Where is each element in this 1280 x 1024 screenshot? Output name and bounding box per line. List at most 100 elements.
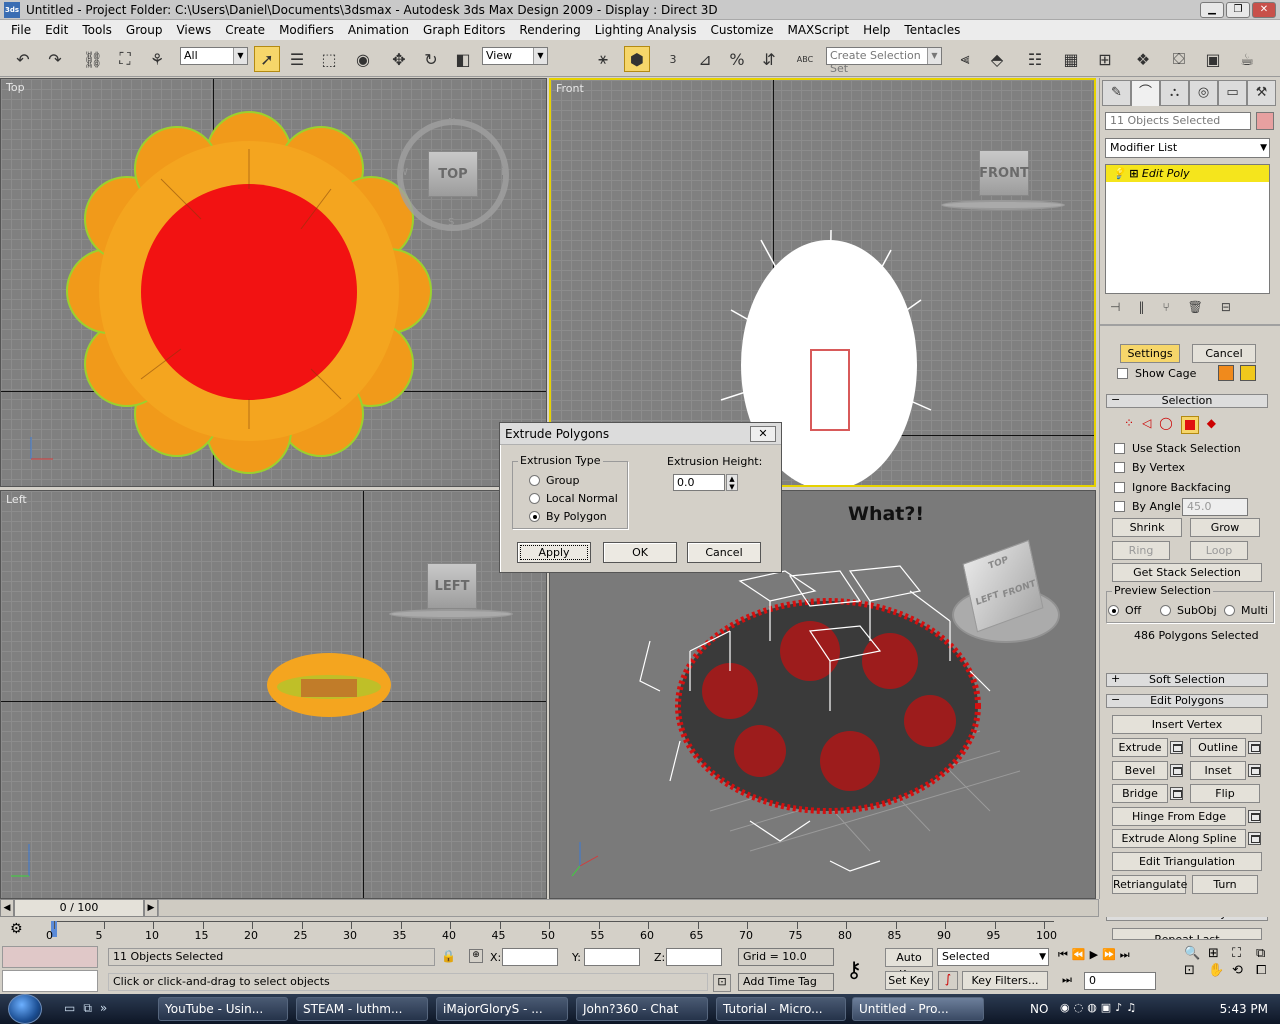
dialog-close-button[interactable]: ✕ [750, 426, 776, 442]
zoom-extents-icon[interactable]: ⛶ [1232, 946, 1254, 961]
stack-item-edit-poly[interactable]: 💡 ⊞ Edit Poly [1106, 165, 1269, 182]
frame-counter[interactable]: 0 / 100 [14, 899, 144, 917]
get-stack-selection-button[interactable]: Get Stack Selection [1112, 563, 1262, 582]
object-color-swatch[interactable] [1256, 112, 1274, 130]
lock-selection-icon[interactable]: 🔒 [441, 949, 456, 963]
rotate-icon[interactable]: ↻ [418, 46, 444, 72]
add-time-tag-button[interactable]: Add Time Tag [738, 973, 834, 991]
select-by-name-icon[interactable]: ☰ [284, 46, 310, 72]
play-icon[interactable]: ▶ [1090, 948, 1098, 962]
zoom-icon[interactable]: 🔍 [1184, 946, 1206, 961]
edit-polygons-rollout[interactable]: − Edit Polygons [1106, 694, 1268, 708]
viewport-left[interactable]: LEFT Left [0, 490, 547, 899]
edit-triangulation-button[interactable]: Edit Triangulation [1112, 852, 1262, 871]
display-tab-icon[interactable]: ▭ [1218, 80, 1247, 106]
menu-lighting-analysis[interactable]: Lighting Analysis [588, 23, 704, 37]
insert-vertex-button[interactable]: Insert Vertex [1112, 715, 1262, 734]
extrusion-height-spinner[interactable]: 0.0 ▲ ▼ [673, 474, 738, 491]
menu-modifiers[interactable]: Modifiers [272, 23, 341, 37]
element-level-icon[interactable]: ◆ [1207, 416, 1216, 434]
viewport-label-top[interactable]: Top [6, 81, 25, 94]
set-key-button[interactable]: Set Key [885, 971, 933, 990]
radio-group[interactable]: Group [529, 474, 580, 487]
maximize-viewport-icon[interactable]: ⧠ [1256, 963, 1278, 978]
edge-level-icon[interactable]: ◁ [1142, 416, 1151, 434]
pivot-icon[interactable]: ⚹ [590, 46, 616, 72]
rectangular-selection-icon[interactable]: ⬚ [316, 46, 342, 72]
go-to-end-icon[interactable]: ⏭ [1120, 948, 1130, 962]
show-cage-checkbox[interactable]: Show Cage [1117, 367, 1196, 380]
menu-graph-editors[interactable]: Graph Editors [416, 23, 512, 37]
track-bar[interactable]: ⚙ 0 5 10 15 20 25 30 35 40 45 50 55 60 65 70 75 80 85 90 95… [0, 917, 1100, 943]
bridge-button[interactable]: Bridge [1112, 784, 1168, 803]
menu-maxscript[interactable]: MAXScript [780, 23, 856, 37]
use-stack-selection-checkbox[interactable]: Use Stack Selection [1114, 442, 1241, 455]
named-selection-sets-dropdown[interactable]: Create Selection Set ▼ [826, 47, 942, 75]
unlink-icon[interactable]: ⛶ [112, 46, 138, 72]
mirror-icon[interactable]: ⫷ [952, 46, 978, 72]
viewcube-face-left[interactable]: LEFT [975, 590, 1000, 608]
viewcube-front[interactable]: FRONT [979, 150, 1029, 196]
undo-icon[interactable]: ↶ [10, 46, 36, 72]
curve-editor-icon[interactable]: ▦ [1058, 46, 1084, 72]
expand-icon[interactable]: ⊞ [1129, 167, 1138, 180]
spinner-snap-icon[interactable]: ⇵ [756, 46, 782, 72]
y-coordinate-field[interactable] [584, 948, 640, 966]
pin-stack-icon[interactable]: ⊣ [1110, 300, 1120, 314]
window-crossing-icon[interactable]: ◉ [350, 46, 376, 72]
bevel-settings-icon[interactable] [1170, 764, 1183, 777]
edit-named-selection-icon[interactable]: ABC [792, 46, 818, 72]
configure-sets-icon[interactable]: ⊟ [1221, 300, 1231, 314]
absolute-mode-icon[interactable]: ⊕ [469, 949, 483, 963]
grow-button[interactable]: Grow [1190, 518, 1260, 537]
viewcube-left[interactable]: LEFT [427, 563, 477, 609]
extrude-spline-settings-icon[interactable] [1248, 832, 1261, 845]
task-tutorial[interactable]: Tutorial - Micro... [716, 997, 846, 1021]
menu-tentacles[interactable]: Tentacles [897, 23, 967, 37]
radio-local-normal[interactable]: Local Normal [529, 492, 618, 505]
cage-color-1[interactable] [1218, 365, 1234, 381]
clock[interactable]: 5:43 PM [1220, 1002, 1268, 1016]
redo-icon[interactable]: ↷ [42, 46, 68, 72]
quick-render-icon[interactable]: ☕ [1234, 46, 1260, 72]
pan-icon[interactable]: ✋ [1208, 963, 1230, 978]
previous-frame-icon[interactable]: ⏪ [1072, 948, 1086, 962]
curve-editor-mini-icon[interactable]: ⚙ [10, 921, 23, 937]
remove-modifier-icon[interactable]: 🗑 [1188, 300, 1203, 314]
quick-launch-more-icon[interactable]: » [100, 1001, 107, 1016]
rendered-frame-window-icon[interactable]: ▣ [1200, 46, 1226, 72]
selection-rollout[interactable]: − Selection [1106, 394, 1268, 408]
polygon-level-icon[interactable] [1180, 416, 1199, 434]
z-coordinate-field[interactable] [666, 948, 722, 966]
snaps-toggle-icon[interactable]: 3 [660, 46, 686, 72]
create-tab-icon[interactable]: ✎ [1102, 80, 1131, 106]
cancel-button[interactable]: Cancel [687, 542, 761, 563]
orbit-icon[interactable]: ⟲ [1232, 963, 1254, 978]
vertex-level-icon[interactable]: ⁘ [1124, 416, 1134, 434]
minimize-button[interactable]: ▁ [1200, 2, 1224, 18]
extrude-settings-icon[interactable] [1170, 741, 1183, 754]
settings-button[interactable]: Settings [1120, 344, 1180, 363]
start-button-icon[interactable] [8, 994, 42, 1024]
zoom-extents-all-icon[interactable]: ⧉ [1256, 946, 1278, 961]
preview-multi-radio[interactable]: Multi [1224, 604, 1268, 617]
viewport-top[interactable]: TOP N W E S Top [0, 78, 547, 487]
radio-by-polygon[interactable]: By Polygon [529, 510, 607, 523]
by-angle-checkbox[interactable]: By Angle: [1114, 500, 1185, 513]
bridge-settings-icon[interactable] [1170, 787, 1183, 800]
retriangulate-button[interactable]: Retriangulate [1112, 875, 1187, 894]
maximize-button[interactable]: ❐ [1226, 2, 1250, 18]
inset-button[interactable]: Inset [1190, 761, 1246, 780]
extrude-button[interactable]: Extrude [1112, 738, 1168, 757]
bind-space-warp-icon[interactable]: ⚘ [144, 46, 170, 72]
by-angle-spinner[interactable]: 45.0 [1182, 498, 1248, 516]
ignore-backfacing-checkbox[interactable]: Ignore Backfacing [1114, 481, 1231, 494]
menu-create[interactable]: Create [218, 23, 272, 37]
maxscript-listener-white[interactable] [2, 970, 98, 992]
menu-file[interactable]: File [4, 23, 38, 37]
menu-help[interactable]: Help [856, 23, 897, 37]
scale-icon[interactable]: ◧ [450, 46, 476, 72]
show-end-result-icon[interactable]: ‖ [1138, 300, 1144, 314]
modify-tab-icon[interactable]: ⌒ [1131, 80, 1160, 106]
key-tangent-icon[interactable]: ∫ [938, 971, 958, 990]
